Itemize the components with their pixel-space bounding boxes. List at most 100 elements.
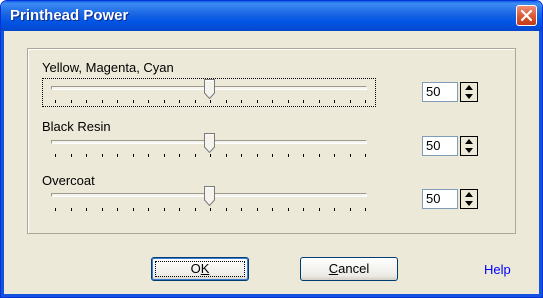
arrow-up-icon: [465, 85, 473, 90]
slider-tick: [287, 154, 289, 157]
slider-tick: [210, 154, 211, 157]
slider-tick: [241, 100, 242, 103]
slider-tick: [349, 100, 351, 103]
slider-tick: [179, 100, 180, 103]
overcoat-ticks: [55, 208, 367, 211]
slider-tick: [117, 154, 118, 157]
overcoat-label: Overcoat: [42, 173, 95, 188]
help-link[interactable]: Help: [484, 262, 511, 277]
yellow-magenta-cyan-spinner[interactable]: [460, 82, 478, 102]
slider-tick: [256, 208, 258, 211]
yellow-magenta-cyan-slider-thumb[interactable]: [204, 79, 215, 99]
slider-tick: [318, 208, 320, 211]
slider-tick: [210, 208, 211, 211]
black-resin-spinner[interactable]: [460, 136, 478, 156]
slider-tick: [225, 208, 227, 211]
slider-tick: [334, 154, 335, 157]
window-border-bottom: [1, 294, 542, 297]
slider-tick: [365, 100, 366, 103]
slider-tick: [225, 100, 227, 103]
title-bar[interactable]: Printhead Power: [1, 1, 542, 31]
slider-tick: [101, 208, 103, 211]
slider-tick: [70, 208, 72, 211]
slider-tick: [318, 100, 320, 103]
slider-tick: [86, 208, 87, 211]
arrow-down-icon: [465, 94, 473, 99]
slider-tick: [194, 208, 196, 211]
slider-tick: [132, 208, 134, 211]
slider-tick: [86, 100, 87, 103]
spin-down-button[interactable]: [461, 199, 477, 208]
slider-tick: [256, 154, 258, 157]
overcoat-slider-thumb[interactable]: [204, 186, 215, 206]
slider-tick: [55, 100, 56, 103]
slider-tick: [318, 154, 320, 157]
slider-tick: [148, 100, 149, 103]
slider-tick: [132, 154, 134, 157]
slider-tick: [287, 100, 289, 103]
slider-tick: [365, 154, 366, 157]
slider-tick: [55, 208, 56, 211]
ok-button-focus-rect: [155, 261, 245, 277]
slider-tick: [70, 100, 72, 103]
slider-tick: [334, 100, 335, 103]
black-resin-label: Black Resin: [42, 119, 111, 134]
slider-tick: [303, 154, 304, 157]
window-title: Printhead Power: [10, 7, 129, 24]
dialog-body: Yellow, Magenta, Cyan 50 Black Resin 50: [4, 31, 539, 294]
cancel-button-label: Cancel: [328, 261, 370, 276]
slider-tick: [241, 154, 242, 157]
slider-tick: [272, 208, 273, 211]
close-button[interactable]: [516, 5, 537, 26]
window-border-right: [539, 31, 542, 297]
yellow-magenta-cyan-value-field[interactable]: 50: [422, 82, 458, 102]
arrow-up-icon: [465, 139, 473, 144]
printhead-power-dialog: Printhead Power Yellow, Magenta, Cyan 50: [0, 0, 543, 298]
slider-tick: [163, 100, 165, 103]
slider-tick: [210, 100, 211, 103]
arrow-up-icon: [465, 192, 473, 197]
slider-tick: [194, 100, 196, 103]
slider-tick: [148, 208, 149, 211]
black-resin-value-field[interactable]: 50: [422, 136, 458, 156]
slider-tick: [256, 100, 258, 103]
slider-tick: [179, 154, 180, 157]
slider-tick: [117, 208, 118, 211]
overcoat-value-field[interactable]: 50: [422, 189, 458, 209]
spin-down-button[interactable]: [461, 146, 477, 155]
slider-tick: [101, 100, 103, 103]
arrow-down-icon: [465, 201, 473, 206]
arrow-down-icon: [465, 148, 473, 153]
black-resin-slider-thumb[interactable]: [204, 133, 215, 153]
slider-tick: [334, 208, 335, 211]
slider-tick: [117, 100, 118, 103]
slider-tick: [70, 154, 72, 157]
slider-tick: [365, 208, 366, 211]
slider-tick: [148, 154, 149, 157]
slider-tick: [349, 154, 351, 157]
slider-tick: [303, 208, 304, 211]
slider-tick: [194, 154, 196, 157]
slider-tick: [272, 154, 273, 157]
window-border-left: [1, 31, 4, 297]
slider-tick: [55, 154, 56, 157]
ok-button[interactable]: OK: [151, 257, 249, 281]
slider-tick: [163, 154, 165, 157]
slider-tick: [179, 208, 180, 211]
yellow-magenta-cyan-ticks: [55, 100, 367, 103]
slider-tick: [272, 100, 273, 103]
yellow-magenta-cyan-label: Yellow, Magenta, Cyan: [42, 60, 174, 75]
slider-tick: [163, 208, 165, 211]
slider-tick: [303, 100, 304, 103]
slider-tick: [225, 154, 227, 157]
slider-tick: [241, 208, 242, 211]
cancel-button[interactable]: Cancel: [300, 257, 398, 281]
slider-tick: [132, 100, 134, 103]
overcoat-spinner[interactable]: [460, 189, 478, 209]
slider-tick: [86, 154, 87, 157]
slider-tick: [101, 154, 103, 157]
slider-tick: [287, 208, 289, 211]
spin-down-button[interactable]: [461, 92, 477, 101]
slider-tick: [349, 208, 351, 211]
black-resin-ticks: [55, 154, 367, 157]
